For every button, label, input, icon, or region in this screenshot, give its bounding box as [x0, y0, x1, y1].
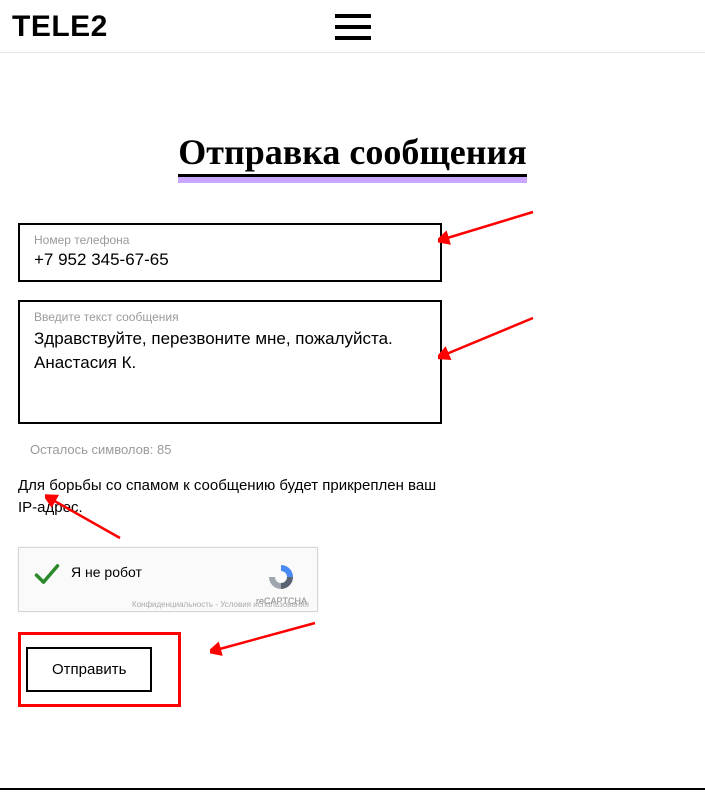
phone-label: Номер телефона — [34, 233, 426, 247]
footer-divider — [0, 788, 705, 790]
checkmark-icon — [33, 560, 61, 588]
arrow-annotation-icon — [438, 313, 538, 363]
phone-field[interactable]: Номер телефона — [18, 223, 442, 282]
recaptcha-label: Я не робот — [71, 564, 256, 580]
arrow-annotation-icon — [438, 207, 538, 247]
page-title-wrap: Отправка сообщения — [0, 131, 705, 173]
header: TELE2 — [0, 0, 705, 53]
submit-highlight: Отправить — [18, 632, 181, 707]
message-input[interactable] — [34, 327, 426, 407]
arrow-annotation-icon — [210, 618, 320, 658]
message-label: Введите текст сообщения — [34, 310, 426, 324]
phone-input[interactable] — [34, 250, 426, 270]
page-title: Отправка сообщения — [178, 132, 526, 177]
recaptcha[interactable]: Я не робот reCAPTCHA Конфиденциальность … — [18, 547, 318, 612]
menu-icon[interactable] — [335, 14, 371, 40]
recaptcha-terms[interactable]: Конфиденциальность - Условия использован… — [132, 600, 309, 609]
form: Номер телефона Введите текст сообщения О… — [0, 173, 460, 707]
recaptcha-icon — [266, 562, 296, 592]
chars-remaining: Осталось символов: 85 — [30, 442, 442, 457]
submit-button[interactable]: Отправить — [26, 647, 152, 692]
spam-notice: Для борьбы со спамом к сообщению будет п… — [18, 475, 442, 519]
logo: TELE2 — [12, 10, 108, 44]
message-field[interactable]: Введите текст сообщения — [18, 300, 442, 424]
